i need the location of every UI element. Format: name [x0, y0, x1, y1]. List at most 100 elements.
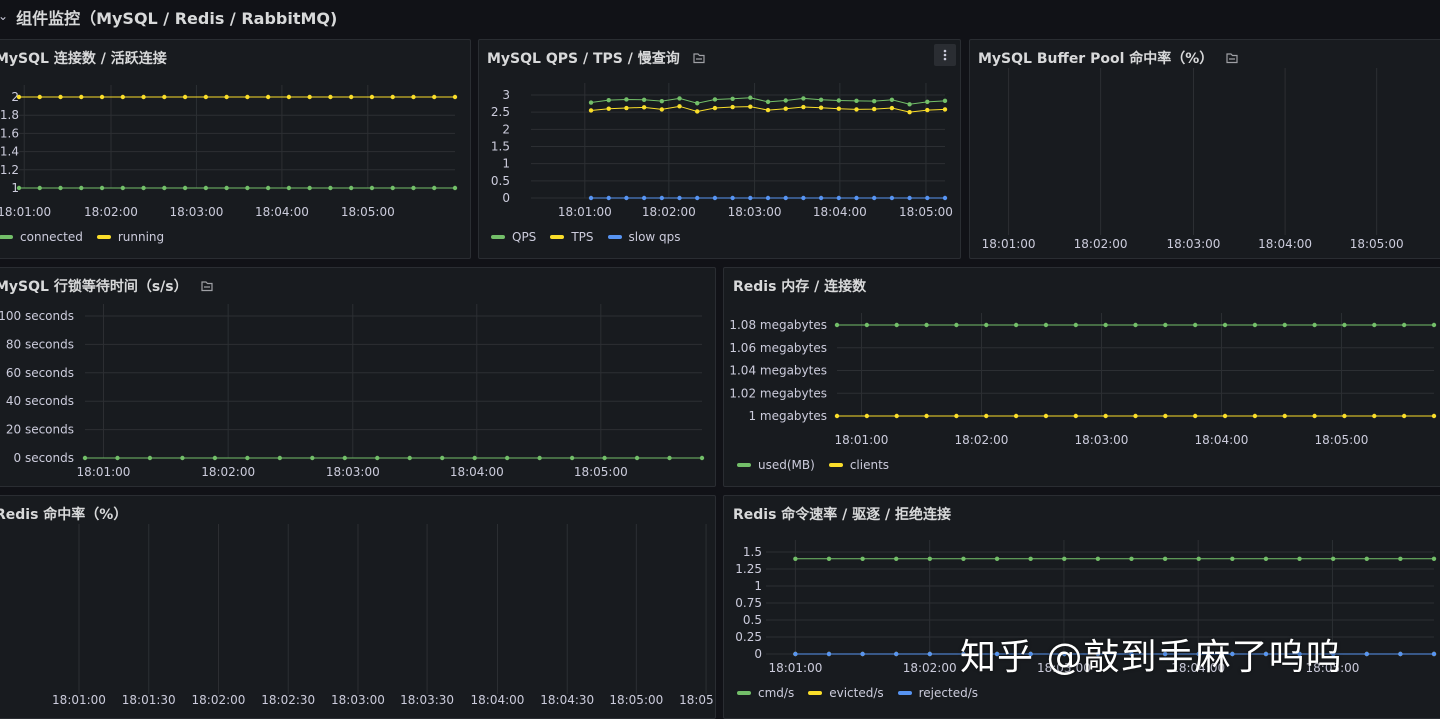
data-point: [1398, 651, 1403, 657]
data-point: [907, 195, 912, 201]
data-point: [730, 195, 735, 201]
legend-swatch: [0, 235, 13, 239]
x-tick-label: 18:03:00: [728, 205, 782, 219]
data-point: [115, 455, 120, 461]
data-point: [37, 185, 42, 191]
data-point: [826, 651, 832, 657]
data-point: [695, 109, 700, 114]
legend-item[interactable]: running: [96, 230, 164, 244]
data-point: [120, 185, 126, 191]
x-tick-label: 18:03:00: [169, 205, 223, 219]
data-point: [942, 107, 948, 112]
panel-mysql-connections[interactable]: MySQL 连接数 / 活跃连接 18:01:00 18:02:00 18:03:0…: [0, 39, 471, 259]
data-point: [836, 106, 842, 111]
data-point: [245, 185, 250, 191]
data-point: [860, 651, 865, 657]
data-point: [504, 455, 510, 461]
panel-mysql-qps[interactable]: MySQL QPS / TPS / 慢查询 18:01:00 18:02:00 18…: [478, 39, 961, 259]
data-point: [907, 102, 912, 107]
data-point: [432, 185, 437, 191]
panel-redis-memory[interactable]: Redis 内存 / 连接数 18:01:00 18:02:00 18:03:00 1…: [723, 267, 1440, 487]
data-point: [182, 185, 188, 191]
data-point: [818, 97, 824, 103]
data-point: [1431, 556, 1437, 561]
legend-label: evicted/s: [829, 686, 884, 700]
row-header[interactable]: ⌄ 组件监控（MySQL / Redis / RabbitMQ): [0, 0, 1440, 34]
data-point: [677, 195, 682, 201]
data-point: [864, 322, 870, 328]
x-tick-label: 18:05:30: [679, 693, 716, 707]
data-point: [667, 455, 672, 461]
data-point: [1073, 322, 1078, 328]
legend-item[interactable]: TPS: [550, 230, 594, 244]
x-tick-label: 18:05:00: [1350, 237, 1404, 251]
data-point: [1282, 413, 1287, 419]
data-point: [889, 97, 895, 103]
data-point: [1103, 413, 1108, 419]
x-tick-label: 18:01:00: [52, 693, 106, 707]
data-point: [1129, 556, 1134, 561]
chart-plot: 18:01:00 18:02:00 18:03:00 18:04:00 18:05:00: [982, 68, 1404, 251]
data-point: [390, 185, 395, 191]
y-tick-label: 1.25: [735, 562, 762, 576]
data-point: [452, 185, 458, 191]
legend-label: used(MB): [758, 458, 815, 472]
x-tick-label: 18:04:00: [450, 465, 504, 479]
data-point: [1398, 556, 1403, 561]
data-point: [212, 455, 218, 461]
data-point: [1372, 322, 1377, 328]
x-tick-label: 18:02:00: [903, 661, 957, 675]
data-point: [37, 94, 42, 100]
data-point: [793, 651, 798, 657]
data-point: [588, 195, 594, 201]
legend-swatch: [828, 463, 843, 467]
data-point: [1133, 322, 1138, 328]
legend-swatch: [737, 691, 751, 695]
legend-item[interactable]: slow qps: [607, 230, 681, 244]
legend-item[interactable]: cmd/s: [737, 686, 794, 700]
y-tick-label: 1.08 megabytes: [729, 318, 827, 332]
data-point: [748, 195, 753, 201]
y-tick-label: 1.5: [491, 140, 510, 154]
data-point: [1263, 556, 1269, 561]
y-tick-label: 0: [502, 191, 510, 205]
panel-mysql-row-lock[interactable]: MySQL 行锁等待时间（s/s） 18:01:00 18:02:00 18:03:…: [0, 267, 716, 487]
data-point: [224, 94, 229, 100]
legend-item[interactable]: QPS: [491, 230, 536, 244]
data-point: [695, 195, 700, 201]
legend-swatch: [491, 235, 505, 239]
data-point: [99, 94, 105, 100]
data-point: [889, 195, 895, 201]
legend: cmd/s evicted/s rejected/s: [737, 686, 978, 700]
x-tick-label: 18:02:00: [84, 205, 138, 219]
panel-redis-commands[interactable]: Redis 命令速率 / 驱逐 / 拒绝连接 18:01:00 18:02:00 1…: [723, 495, 1440, 719]
data-point: [854, 107, 859, 112]
data-point: [16, 94, 22, 100]
panel-mysql-buffer-pool[interactable]: MySQL Buffer Pool 命中率（%） 18:01:00 18:02:0…: [969, 39, 1440, 259]
legend-item[interactable]: rejected/s: [897, 686, 978, 700]
data-point: [162, 185, 167, 191]
data-point: [245, 455, 250, 461]
data-point: [765, 107, 771, 113]
data-point: [641, 97, 647, 103]
legend-item[interactable]: evicted/s: [808, 686, 884, 700]
x-tick-label: 18:04:30: [540, 693, 594, 707]
x-tick-label: 18:02:30: [261, 693, 315, 707]
legend-item[interactable]: clients: [828, 458, 889, 472]
x-tick-label: 18:03:00: [331, 693, 385, 707]
data-point: [994, 556, 1000, 561]
data-point: [641, 195, 647, 201]
panel-redis-hit-rate[interactable]: Redis 命中率（%） 18:01:00 18:01:30 18:02:00 18:…: [0, 495, 716, 719]
chevron-down-icon[interactable]: ⌄: [0, 9, 8, 23]
legend-item[interactable]: connected: [0, 230, 83, 244]
y-tick-label: 0 seconds: [14, 451, 75, 465]
data-point: [1163, 322, 1168, 328]
data-point: [699, 455, 705, 461]
data-point: [328, 185, 333, 191]
data-point: [748, 95, 753, 100]
data-point: [245, 94, 250, 100]
data-point: [1330, 556, 1336, 561]
data-point: [1162, 556, 1168, 561]
legend-item[interactable]: used(MB): [737, 458, 815, 472]
data-point: [286, 94, 292, 100]
